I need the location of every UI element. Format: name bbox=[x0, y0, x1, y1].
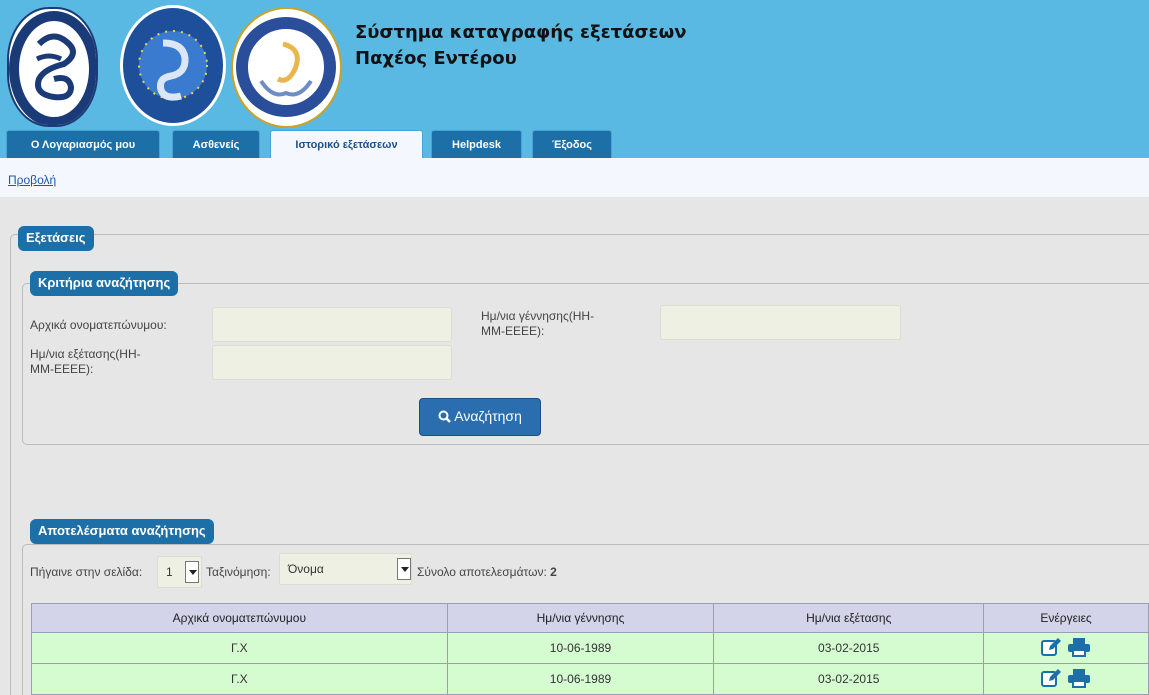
goto-page-label: Πήγαινε στην σελίδα: bbox=[30, 565, 143, 579]
search-criteria-fieldset bbox=[22, 283, 1149, 445]
exams-legend: Εξετάσεις bbox=[18, 226, 94, 251]
table-row: Γ.Χ 10-06-1989 03-02-2015 bbox=[31, 663, 1149, 695]
sort-select-value: Όνομα bbox=[288, 562, 324, 576]
gastroenterologists-union-logo bbox=[120, 5, 226, 126]
cell-initials: Γ.Χ bbox=[31, 632, 448, 664]
total-results-value: 2 bbox=[550, 565, 557, 579]
total-results: Σύνολο αποτελεσμάτων: 2 bbox=[417, 564, 557, 580]
page-select-value: 1 bbox=[166, 565, 173, 579]
initials-input[interactable] bbox=[212, 307, 452, 342]
birthdate-input[interactable] bbox=[660, 305, 901, 340]
search-icon bbox=[438, 410, 451, 426]
hellenic-foundation-logo bbox=[231, 7, 342, 128]
chevron-down-icon[interactable] bbox=[397, 558, 411, 580]
print-icon[interactable] bbox=[1067, 637, 1091, 660]
sort-select[interactable]: Όνομα bbox=[279, 553, 412, 585]
total-results-label: Σύνολο αποτελεσμάτων: bbox=[417, 565, 547, 579]
birthdate-label: Ημ/νια γέννησης(ΗΗ- ΜΜ-ΕΕΕΕ): bbox=[481, 309, 595, 338]
initials-label: Αρχικά ονοματεπώνυμου: bbox=[30, 318, 167, 332]
cell-birthdate: 10-06-1989 bbox=[446, 663, 715, 695]
cell-examdate: 03-02-2015 bbox=[713, 632, 985, 664]
page-select[interactable]: 1 bbox=[157, 556, 202, 588]
tab-patients[interactable]: Ασθενείς bbox=[172, 130, 260, 158]
column-header-actions: Ενέργειες bbox=[983, 603, 1149, 633]
tab-my-account[interactable]: Ο Λογαριασμός μου bbox=[6, 130, 160, 158]
sub-navigation: Προβολή bbox=[0, 158, 1149, 197]
hellenic-society-logo bbox=[7, 7, 98, 127]
search-button[interactable]: Αναζήτηση bbox=[419, 398, 541, 436]
title-line-1: Σύστημα καταγραφής εξετάσεων bbox=[355, 22, 687, 43]
page-title: Σύστημα καταγραφής εξετάσεων Παχέος Εντέ… bbox=[355, 20, 686, 72]
cell-initials: Γ.Χ bbox=[31, 663, 448, 695]
examdate-label: Ημ/νια εξέτασης(ΗΗ- ΜΜ-ΕΕΕΕ): bbox=[30, 347, 141, 376]
edit-icon[interactable] bbox=[1041, 637, 1063, 660]
column-header-initials[interactable]: Αρχικά ονοματεπώνυμου bbox=[31, 603, 448, 633]
table-row: Γ.Χ 10-06-1989 03-02-2015 bbox=[31, 632, 1149, 664]
chevron-down-icon[interactable] bbox=[185, 561, 199, 583]
print-icon[interactable] bbox=[1067, 668, 1091, 691]
cell-examdate: 03-02-2015 bbox=[713, 663, 985, 695]
edit-icon[interactable] bbox=[1041, 668, 1063, 691]
cell-actions bbox=[983, 663, 1149, 695]
view-link[interactable]: Προβολή bbox=[8, 173, 56, 187]
examdate-input[interactable] bbox=[212, 345, 452, 380]
column-header-birthdate[interactable]: Ημ/νια γέννησης bbox=[446, 603, 715, 633]
tab-exam-history[interactable]: Ιστορικό εξετάσεων bbox=[270, 130, 423, 159]
results-legend: Αποτελέσματα αναζήτησης bbox=[30, 519, 214, 544]
results-table: Αρχικά ονοματεπώνυμου Ημ/νια γέννησης Ημ… bbox=[31, 603, 1149, 695]
tab-logout[interactable]: Έξοδος bbox=[532, 130, 612, 158]
search-button-label: Αναζήτηση bbox=[454, 408, 522, 424]
sort-label: Ταξινόμηση: bbox=[206, 565, 271, 579]
cell-actions bbox=[983, 632, 1149, 664]
header-banner: Σύστημα καταγραφής εξετάσεων Παχέος Εντέ… bbox=[0, 0, 1149, 159]
tab-helpdesk[interactable]: Helpdesk bbox=[431, 130, 522, 158]
column-header-examdate[interactable]: Ημ/νια εξέτασης bbox=[713, 603, 985, 633]
search-criteria-legend: Κριτήρια αναζήτησης bbox=[30, 271, 179, 296]
table-header-row: Αρχικά ονοματεπώνυμου Ημ/νια γέννησης Ημ… bbox=[31, 603, 1149, 633]
cell-birthdate: 10-06-1989 bbox=[446, 632, 715, 664]
title-line-2: Παχέος Εντέρου bbox=[355, 48, 517, 69]
